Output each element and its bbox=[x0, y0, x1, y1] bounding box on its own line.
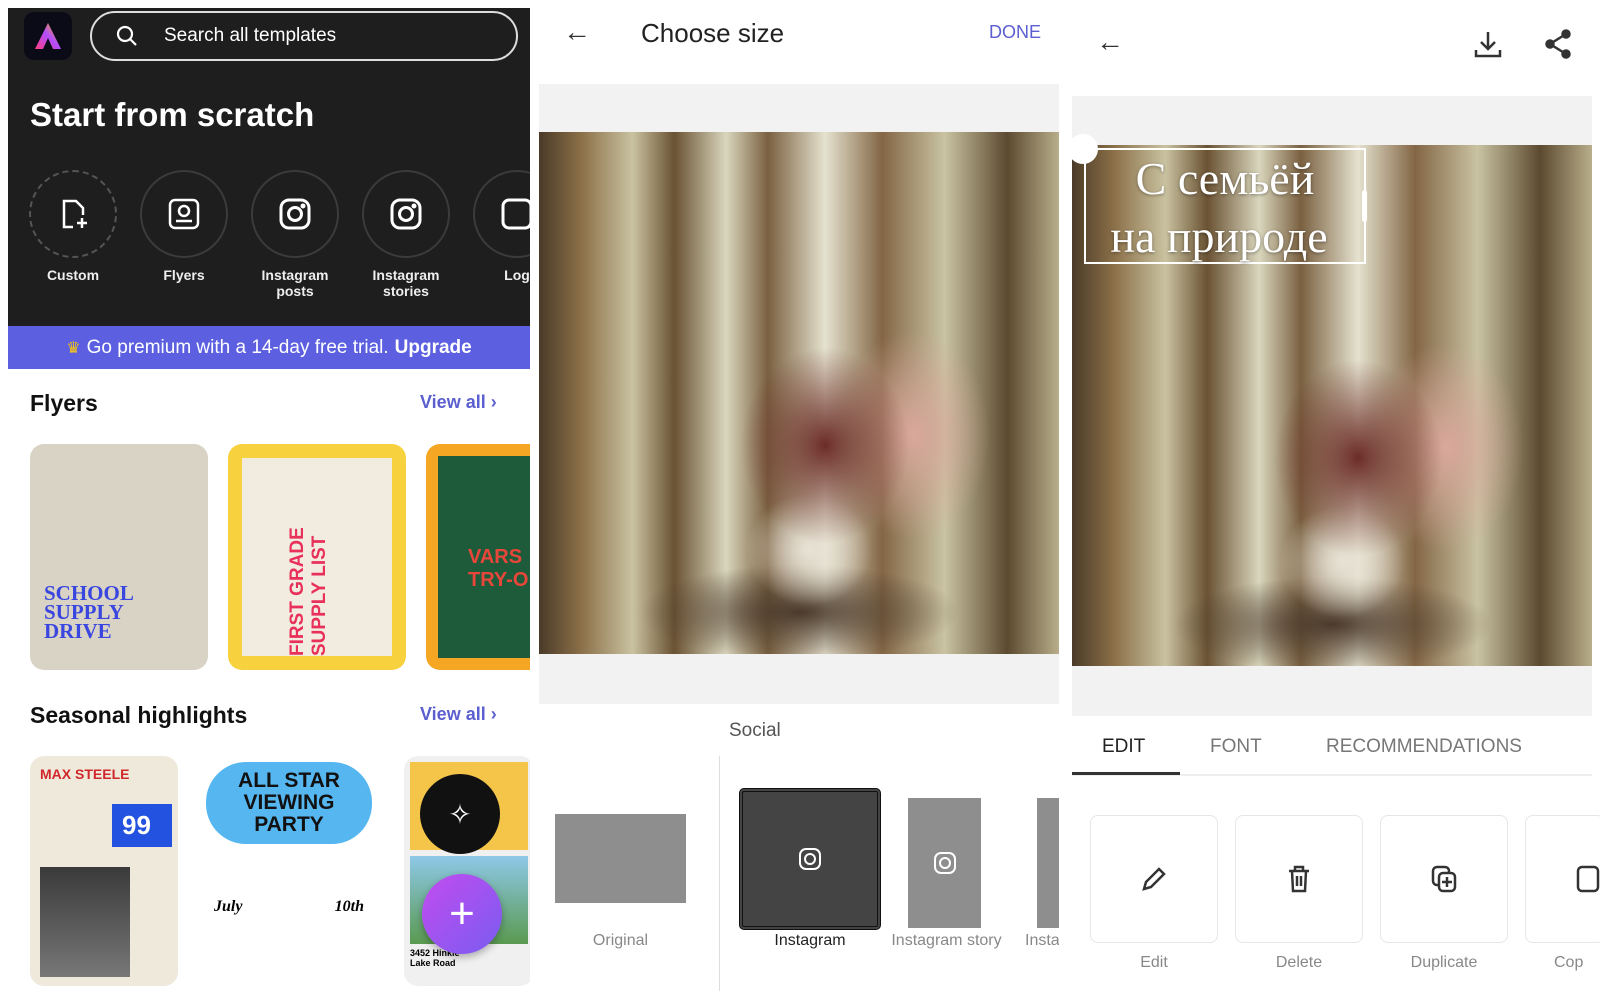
instagram-icon bbox=[933, 852, 956, 874]
download-button[interactable] bbox=[1472, 28, 1504, 65]
tab-recommendations[interactable]: RECOMMENDATIONS bbox=[1326, 736, 1522, 758]
card-date-right: 10th bbox=[334, 898, 364, 915]
templates-panel: Search all templates Start from scratch … bbox=[8, 8, 530, 993]
size-label: Instagram bbox=[774, 932, 846, 949]
panel-title: Choose size bbox=[641, 18, 785, 48]
instagram-icon bbox=[251, 170, 339, 258]
label: Instagram posts bbox=[261, 267, 329, 299]
seasonal-card[interactable]: MAX STEELE 99 bbox=[30, 756, 178, 986]
duplicate-icon bbox=[1431, 865, 1457, 893]
tab-font[interactable]: FONT bbox=[1210, 736, 1262, 758]
view-all-flyers[interactable]: View all › bbox=[420, 392, 497, 413]
resize-handle[interactable] bbox=[1068, 134, 1098, 164]
divider bbox=[719, 756, 720, 991]
pencil-icon bbox=[1142, 867, 1166, 891]
trash-icon bbox=[1289, 865, 1309, 893]
file-add-icon bbox=[29, 170, 117, 258]
label: Custom bbox=[46, 267, 100, 283]
action-label: Cop bbox=[1554, 954, 1584, 971]
card-title: FIRST GRADE SUPPLY LIST bbox=[287, 527, 330, 656]
text-overlay-selection[interactable]: С семьёй на природе bbox=[1084, 148, 1366, 264]
label: Instagram stories bbox=[372, 267, 440, 299]
flyer-card[interactable]: VARS TRY-O bbox=[426, 444, 530, 670]
label: Flyers bbox=[163, 267, 205, 283]
seasonal-card[interactable]: ALL STAR VIEWING PARTY July 10th bbox=[198, 756, 380, 986]
size-instagram-story[interactable] bbox=[908, 798, 981, 928]
duplicate-action[interactable] bbox=[1380, 815, 1508, 943]
scratch-instagram-posts[interactable]: Instagram posts bbox=[245, 170, 345, 299]
section-title-flyers: Flyers bbox=[30, 390, 98, 416]
scratch-logo[interactable]: Log bbox=[467, 170, 530, 283]
size-instagram[interactable] bbox=[739, 788, 881, 930]
delete-action[interactable] bbox=[1235, 815, 1363, 943]
size-instagram-other[interactable] bbox=[1037, 798, 1059, 928]
chevron-right-icon: › bbox=[490, 704, 497, 724]
sparkle-ai-button[interactable]: ✧ bbox=[420, 774, 500, 854]
flyer-card[interactable]: SCHOOL SUPPLY DRIVE bbox=[30, 444, 208, 670]
size-original[interactable] bbox=[555, 814, 686, 903]
download-icon bbox=[1474, 32, 1502, 58]
premium-text: Go premium with a 14-day free trial. bbox=[86, 336, 389, 358]
section-title-seasonal: Seasonal highlights bbox=[30, 702, 248, 728]
overlay-line: на природе bbox=[1110, 211, 1328, 262]
plus-icon: + bbox=[449, 889, 475, 938]
app-logo[interactable] bbox=[24, 12, 72, 60]
flyer-icon bbox=[140, 170, 228, 258]
card-title: ALL STAR VIEWING PARTY bbox=[206, 762, 372, 844]
upgrade-link[interactable]: Upgrade bbox=[395, 337, 472, 359]
action-label: Duplicate bbox=[1410, 954, 1478, 971]
scratch-custom[interactable]: Custom bbox=[23, 170, 123, 283]
search-input[interactable]: Search all templates bbox=[90, 11, 518, 61]
share-icon bbox=[1545, 29, 1571, 59]
search-icon bbox=[116, 25, 137, 46]
done-button[interactable]: DONE bbox=[989, 22, 1041, 43]
card-date-left: July bbox=[214, 898, 243, 915]
size-label: Insta bbox=[1025, 932, 1059, 949]
card-number: 99 bbox=[112, 804, 172, 847]
action-label: Delete bbox=[1275, 954, 1323, 971]
card-title: MAX STEELE bbox=[40, 766, 130, 782]
copy-icon bbox=[1576, 865, 1600, 893]
start-section: Search all templates Start from scratch … bbox=[8, 8, 530, 326]
scratch-flyers[interactable]: Flyers bbox=[134, 170, 234, 283]
instagram-icon bbox=[362, 170, 450, 258]
card-title: VARS TRY-O bbox=[438, 456, 530, 658]
flyer-card[interactable]: FIRST GRADE SUPPLY LIST bbox=[228, 444, 406, 670]
logo-icon bbox=[473, 170, 530, 258]
player-image bbox=[40, 867, 130, 977]
side-handle[interactable] bbox=[1362, 190, 1367, 222]
share-button[interactable] bbox=[1542, 28, 1574, 65]
scratch-instagram-stories[interactable]: Instagram stories bbox=[356, 170, 456, 299]
category-label: Social bbox=[729, 720, 781, 741]
label: Log bbox=[504, 267, 530, 283]
size-label: Instagram story bbox=[891, 932, 1002, 949]
active-tab-indicator bbox=[1072, 772, 1180, 775]
family-photo bbox=[539, 132, 1059, 654]
back-button[interactable]: ← bbox=[563, 16, 591, 48]
action-label: Edit bbox=[1140, 954, 1168, 971]
overlay-line: С семьёй bbox=[1135, 153, 1315, 204]
create-button[interactable]: + bbox=[422, 874, 502, 954]
crown-icon: ♛ bbox=[66, 339, 81, 357]
tab-edit[interactable]: EDIT bbox=[1102, 736, 1145, 758]
editor-panel: ← С семьёй на природе EDIT FONT RECOMMEN… bbox=[1068, 0, 1600, 1001]
sparkle-icon: ✧ bbox=[448, 798, 472, 830]
choose-size-panel: ← Choose size DONE Social Original Insta… bbox=[539, 0, 1059, 1001]
copy-action[interactable] bbox=[1525, 815, 1600, 943]
back-button[interactable]: ← bbox=[1096, 26, 1124, 58]
size-label: Original bbox=[592, 932, 649, 949]
view-all-seasonal[interactable]: View all › bbox=[420, 704, 497, 725]
search-placeholder: Search all templates bbox=[164, 25, 337, 46]
arrow-left-icon: ← bbox=[1096, 26, 1124, 57]
card-inner: FIRST GRADE SUPPLY LIST bbox=[242, 458, 392, 656]
chevron-right-icon: › bbox=[490, 392, 497, 412]
page-title: Start from scratch bbox=[30, 96, 315, 133]
instagram-icon bbox=[799, 848, 821, 870]
arrow-left-icon: ← bbox=[563, 16, 591, 47]
edit-action[interactable] bbox=[1090, 815, 1218, 943]
view-all-label: View all bbox=[420, 704, 486, 724]
card-title: SCHOOL SUPPLY DRIVE bbox=[44, 581, 133, 643]
view-all-label: View all bbox=[420, 392, 486, 412]
premium-banner[interactable]: ♛ Go premium with a 14-day free trial. U… bbox=[8, 326, 530, 369]
